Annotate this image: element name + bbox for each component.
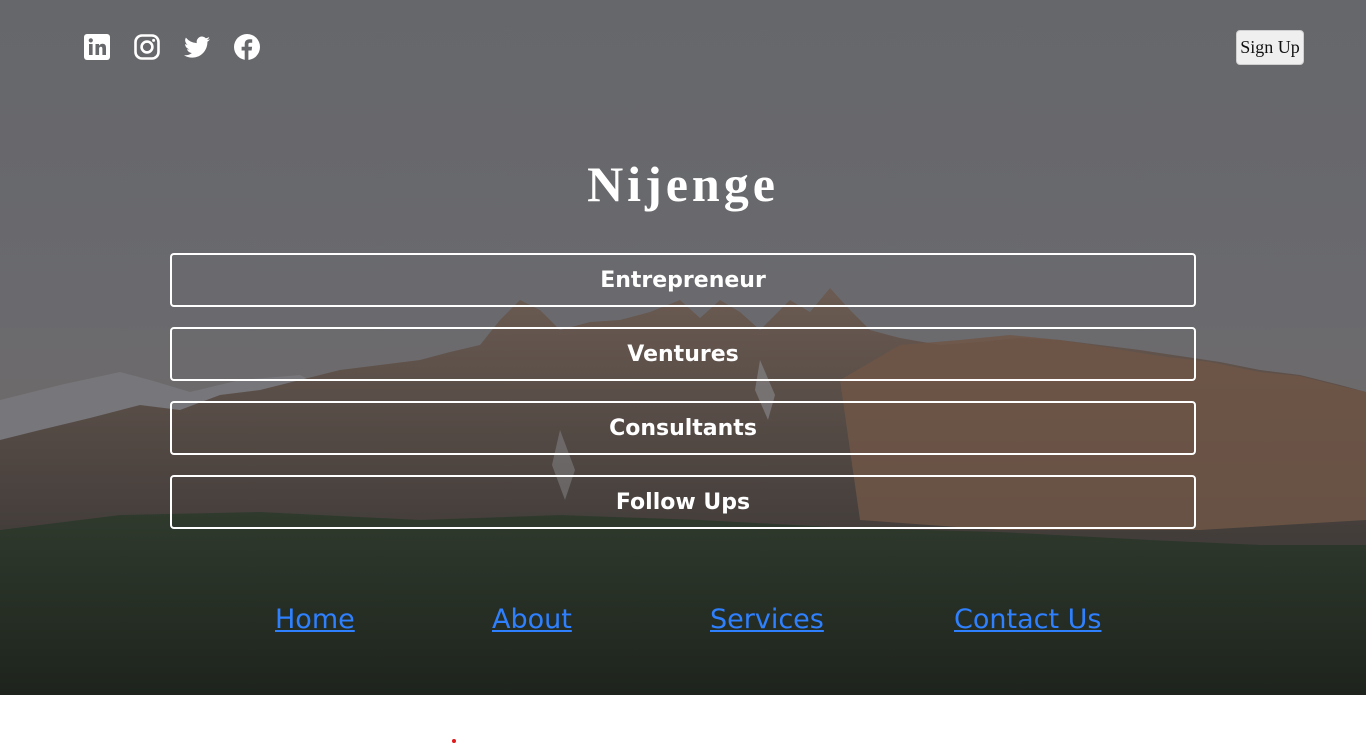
nav-link-services[interactable]: Services [710,604,824,635]
instagram-icon[interactable] [134,34,160,60]
linkedin-icon[interactable] [84,34,110,60]
consultants-button[interactable]: Consultants [170,401,1196,455]
nav-link-about[interactable]: About [492,604,572,635]
ventures-button[interactable]: Ventures [170,327,1196,381]
footer-nav: Home About Services Contact Us [0,604,1366,644]
hero-section: Sign Up Nijenge Entrepreneur Ventures Co… [0,0,1366,695]
nav-link-home[interactable]: Home [275,604,355,635]
red-dot-marker [452,739,456,743]
category-menu: Entrepreneur Ventures Consultants Follow… [170,253,1196,549]
facebook-icon[interactable] [234,34,260,60]
social-links [84,34,260,60]
twitter-icon[interactable] [184,34,210,60]
brand-title: Nijenge [587,156,779,212]
sign-up-button[interactable]: Sign Up [1236,30,1304,65]
entrepreneur-button[interactable]: Entrepreneur [170,253,1196,307]
nav-link-contact-us[interactable]: Contact Us [954,604,1101,635]
follow-ups-button[interactable]: Follow Ups [170,475,1196,529]
